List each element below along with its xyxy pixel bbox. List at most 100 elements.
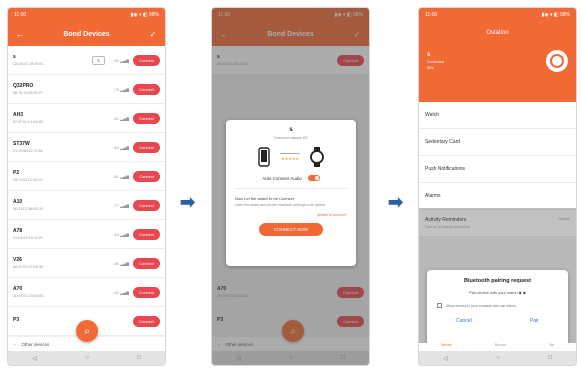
nav-recent-icon[interactable]: □: [548, 355, 552, 361]
menu-label: Push Notifications: [425, 166, 466, 172]
cancel-button[interactable]: Cancel: [456, 318, 472, 324]
connect-button[interactable]: Connect: [133, 141, 160, 153]
connect-button[interactable]: Connect: [133, 170, 160, 182]
nav-recent-icon[interactable]: □: [137, 355, 141, 361]
list-item[interactable]: Q32PRO 5B:7E:10:96:0B:1F -76 ▂▄▆ Connect: [8, 75, 165, 104]
connect-button[interactable]: Connect: [133, 54, 160, 66]
device-name: Q32PRO: [13, 83, 34, 89]
phone-screen-connect-dialog: 11:00 ▮◉ ▾ ◧ 98% ← Bond Devices ✓ s DA:D…: [212, 8, 369, 365]
tab-record[interactable]: Record: [495, 343, 506, 351]
menu-label: Alarms: [425, 193, 441, 199]
device-name: s: [13, 54, 16, 60]
list-item[interactable]: s DA:D8:0C:35:40:E1 ↻ -59 ▂▄▆ Connect: [8, 46, 165, 75]
connect-button[interactable]: Connect: [133, 199, 160, 211]
device-name: s: [427, 52, 431, 58]
watch-icon: [310, 147, 324, 167]
list-item[interactable]: A78 24:C6:0A:FD:13:67 -64 ▂▄▆ Connect: [8, 220, 165, 249]
page-title: Bond Devices: [63, 30, 110, 38]
signal-strength: -64 ▂▄▆: [113, 231, 130, 237]
menu-label: Sedentary Card: [425, 139, 461, 145]
device-mac: 3D:91:EC:28:5A:B4: [13, 294, 44, 298]
device-summary: s Connected 86%: [419, 36, 576, 72]
settings-menu-item[interactable]: Watch: [419, 102, 576, 129]
connect-button[interactable]: Connect: [133, 286, 160, 298]
page-title: Ostation: [486, 30, 509, 36]
unable-to-connect-link[interactable]: Unable to connect?: [226, 208, 356, 217]
signal-strength: -92 ▂▄▆: [113, 289, 130, 295]
status-bar: 11:00 ▮◉ ▾ ◧ 98%: [8, 8, 165, 22]
nav-home-icon[interactable]: ○: [85, 355, 89, 361]
system-nav-bar: ◁ ○ □: [419, 351, 576, 365]
device-info: A10 9E:33:D7:58:BC:90: [13, 199, 113, 211]
signal-strength: -62 ▂▄▆: [113, 115, 130, 121]
connect-button[interactable]: Connect: [133, 228, 160, 240]
chevron-icon: ›: [14, 341, 16, 347]
nav-back-icon[interactable]: ◁: [443, 355, 448, 362]
device-mac: F8:74:93:1C:06:2D: [13, 178, 43, 182]
connect-button[interactable]: Connect: [133, 83, 160, 95]
list-item[interactable]: AH3 07:3F:51:C4:AA:8D -62 ▂▄▆ Connect: [8, 104, 165, 133]
device-info: P3: [13, 317, 129, 325]
nav-back-icon[interactable]: ◁: [32, 355, 37, 362]
status-bar: 11:00 ▮◉ ▾ ◧ 98%: [419, 8, 576, 22]
settings-menu-item[interactable]: Alarms: [419, 183, 576, 210]
device-info: A70 3D:91:EC:28:5A:B4: [13, 286, 113, 298]
list-item[interactable]: A70 3D:91:EC:28:5A:B4 -92 ▂▄▆ Connect: [8, 278, 165, 307]
device-info: AH3 07:3F:51:C4:AA:8D: [13, 112, 113, 124]
device-info: s DA:D8:0C:35:40:E1: [13, 54, 92, 66]
connect-button[interactable]: Connect: [133, 315, 160, 327]
signal-strength: -85 ▂▄▆: [113, 260, 130, 266]
device-info: A78 24:C6:0A:FD:13:67: [13, 228, 113, 240]
divider: [234, 188, 348, 189]
device-mac: DA:D8:0C:35:40:E1: [13, 62, 44, 66]
connect-button[interactable]: Connect: [133, 112, 160, 124]
search-fab-button[interactable]: ⌕: [76, 320, 98, 342]
signal-strength: -81 ▂▄▆: [113, 173, 130, 179]
device-info: P2 F8:74:93:1C:06:2D: [13, 170, 113, 182]
check-icon[interactable]: ✓: [147, 30, 159, 39]
bluetooth-pairing-dialog: Bluetooth pairing request Pair device wi…: [427, 270, 568, 350]
list-item[interactable]: ST37W C1:20:6B:E2:71:55 -63 ▂▄▆ Connect: [8, 133, 165, 162]
list-item[interactable]: P2 F8:74:93:1C:06:2D -81 ▂▄▆ Connect: [8, 162, 165, 191]
device-mac: 6A:0F:B2:47:D9:3E: [13, 265, 44, 269]
other-devices-label: Other devices: [21, 341, 50, 347]
contacts-access-row[interactable]: Allow access to your contacts and call h…: [427, 295, 568, 308]
dialog-title: s: [289, 127, 293, 133]
watch-avatar[interactable]: [546, 50, 568, 72]
pair-button[interactable]: Pair: [530, 318, 539, 324]
settings-menu-item[interactable]: Push Notifications: [419, 156, 576, 183]
device-name: A78: [13, 228, 23, 234]
tab-me[interactable]: Me: [549, 343, 554, 351]
device-battery: 86%: [427, 66, 435, 70]
device-list: s DA:D8:0C:35:40:E1 ↻ -59 ▂▄▆ Connect Q3…: [8, 46, 165, 336]
flow-arrow-icon: ➡: [388, 192, 404, 212]
settings-menu-item[interactable]: Sedentary Card: [419, 129, 576, 156]
signal-strength: -77 ▂▄▆: [113, 202, 130, 208]
device-mac: 07:3F:51:C4:AA:8D: [13, 120, 44, 124]
signal-strength: -76 ▂▄▆: [113, 86, 130, 92]
dialog-subtitle: Connect classic BT: [273, 135, 309, 140]
connect-dialog: s Connect classic BT ★★★★★ Auto Connect …: [226, 120, 356, 266]
list-item[interactable]: A10 9E:33:D7:58:BC:90 -77 ▂▄▆ Connect: [8, 191, 165, 220]
app-bar: ← Bond Devices ✓: [8, 22, 165, 46]
device-mac: 24:C6:0A:FD:13:67: [13, 236, 43, 240]
system-nav-bar: ◁ ○ □: [8, 351, 165, 365]
connect-button[interactable]: Connect: [133, 257, 160, 269]
device-status: Connected: [427, 60, 444, 64]
nav-home-icon[interactable]: ○: [496, 355, 500, 361]
list-item[interactable]: V26 6A:0F:B2:47:D9:3E -85 ▂▄▆ Connect: [8, 249, 165, 278]
device-name: A10: [13, 199, 23, 205]
watch-face-icon: [550, 54, 564, 68]
flow-arrow-icon: ➡: [180, 192, 196, 212]
contacts-access-checkbox[interactable]: [437, 303, 442, 308]
rescan-button[interactable]: ↻: [91, 55, 106, 65]
auto-connect-toggle[interactable]: [307, 175, 320, 181]
connect-now-button[interactable]: CONNECT NOW: [259, 222, 323, 236]
tab-device[interactable]: Device: [441, 343, 452, 351]
device-name: P3: [13, 317, 20, 323]
back-arrow-icon[interactable]: ←: [14, 30, 26, 39]
auto-connect-row: Auto Connect Audio: [226, 175, 356, 181]
device-name: V26: [13, 257, 22, 263]
status-time: 11:00: [14, 12, 27, 18]
status-icons: ▮◉ ▾ ◧ 98%: [541, 12, 570, 18]
